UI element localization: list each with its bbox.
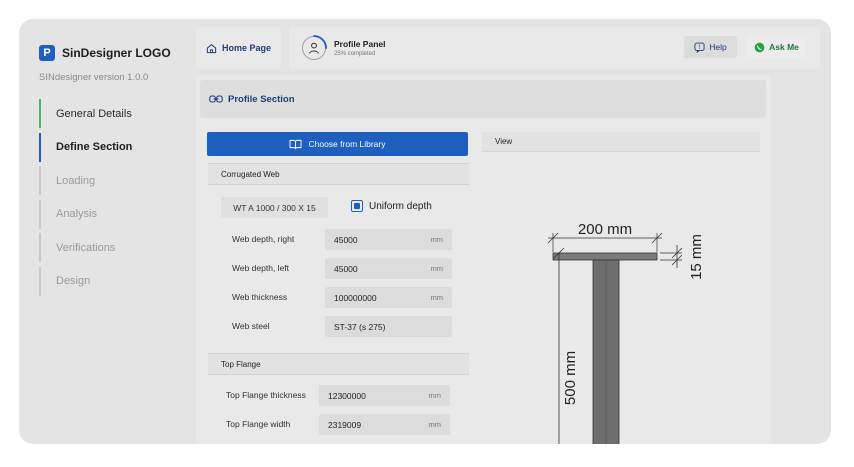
- height-dimension: 500 mm: [553, 247, 579, 444]
- field-label: Web steel: [232, 321, 270, 331]
- main-content: Profile Section Choose from Library Corr…: [196, 75, 770, 444]
- field-label: Top Flange thickness: [226, 390, 306, 400]
- top-flange-title: Top Flange: [221, 359, 261, 369]
- sidebar-item-analysis[interactable]: Analysis: [39, 199, 132, 229]
- sidebar-item-label: Define Section: [56, 141, 133, 153]
- corrugated-web-title: Corrugated Web: [221, 169, 280, 179]
- field-value: 45000: [334, 263, 358, 274]
- uniform-depth-checkbox[interactable]: Uniform depth: [351, 200, 432, 212]
- logo-text: SinDesigner LOGO: [62, 46, 171, 60]
- logo: P SinDesigner LOGO: [39, 45, 171, 61]
- checkbox-checked-icon: [351, 200, 363, 212]
- profile-panel-title: Profile Panel: [334, 39, 386, 49]
- field-label: Web thickness: [232, 292, 288, 302]
- dim-thickness-label: 15 mm: [688, 234, 705, 280]
- app-frame: P SinDesigner LOGO SINdesigner version 1…: [19, 19, 831, 444]
- sidebar-item-general-details[interactable]: General Details: [39, 99, 132, 128]
- home-page-label: Home Page: [221, 43, 272, 53]
- profile-progress-text: 25% completed: [334, 51, 376, 57]
- choose-from-library-button[interactable]: Choose from Library: [207, 132, 468, 156]
- web-profile-select[interactable]: WT A 1000 / 300 X 15: [221, 197, 328, 218]
- choose-from-library-label: Choose from Library: [308, 139, 386, 149]
- sidebar-item-label: Analysis: [56, 208, 97, 220]
- web-depth-right-row: Web depth, right 45000 mm: [232, 229, 472, 250]
- field-label: Web depth, right: [232, 234, 295, 244]
- top-flange-thickness-input[interactable]: 12300000 mm: [319, 385, 450, 406]
- web-depth-left-input[interactable]: 45000 mm: [325, 258, 452, 279]
- sidebar-item-define-section[interactable]: Define Section: [39, 132, 133, 162]
- ask-me-button[interactable]: Ask Me: [746, 36, 807, 58]
- field-value: 12300000: [328, 390, 366, 401]
- web-steel-input[interactable]: ST-37 (s 275): [325, 316, 452, 337]
- section-view: 200 mm 15 mm 500 mm: [482, 153, 760, 444]
- chat-icon: [754, 42, 765, 52]
- top-flange-header: Top Flange: [208, 353, 469, 375]
- field-label: Web depth, left: [232, 263, 290, 273]
- field-unit: mm: [430, 264, 444, 273]
- link-icon: [209, 95, 223, 103]
- web-thickness-row: Web thickness 100000000 mm: [232, 287, 472, 308]
- svg-text:!: !: [699, 43, 701, 50]
- sidebar-item-label: Loading: [56, 174, 96, 187]
- profile-section-title: Profile Section: [228, 93, 295, 105]
- sidebar-nav: General Details Define Section Loading A…: [39, 99, 132, 300]
- thickness-dimension: 15 mm: [660, 234, 705, 280]
- logo-icon: P: [39, 45, 55, 61]
- top-flange-width-row: Top Flange width 2319009 mm: [226, 414, 472, 435]
- dim-width-label: 200 mm: [578, 221, 632, 238]
- home-page-button[interactable]: Home Page: [196, 27, 281, 69]
- web-depth-right-input[interactable]: 45000 mm: [325, 229, 452, 250]
- top-flange-thickness-row: Top Flange thickness 12300000 mm: [226, 385, 472, 406]
- profile-panel: Profile Panel 25% completed ! Help Ask M…: [289, 27, 820, 69]
- section-drawing: 200 mm 15 mm 500 mm: [547, 221, 705, 444]
- view-header: View: [482, 132, 760, 152]
- sidebar-item-design[interactable]: Design: [39, 266, 132, 296]
- top-flange-shape: [552, 252, 658, 261]
- sidebar-item-label: Verifications: [56, 241, 116, 254]
- uniform-depth-label: Uniform depth: [369, 200, 432, 212]
- help-button[interactable]: ! Help: [684, 36, 737, 58]
- sidebar-item-label: General Details: [56, 107, 132, 120]
- view-title: View: [495, 137, 513, 146]
- field-unit: mm: [430, 235, 444, 244]
- dim-height-label: 500 mm: [562, 351, 579, 405]
- profile-section-header: Profile Section: [200, 80, 766, 118]
- web-steel-row: Web steel ST-37 (s 275): [232, 316, 472, 337]
- book-icon: [290, 139, 302, 149]
- field-value: ST-37 (s 275): [334, 321, 386, 332]
- field-unit: mm: [428, 420, 442, 429]
- field-unit: mm: [430, 293, 444, 302]
- field-label: Top Flange width: [226, 419, 291, 429]
- field-value: 45000: [334, 234, 358, 245]
- help-icon: !: [694, 42, 705, 53]
- top-flange-width-input[interactable]: 2319009 mm: [319, 414, 450, 435]
- web-profile-value: WT A 1000 / 300 X 15: [233, 202, 316, 213]
- sidebar-item-label: Design: [56, 275, 91, 287]
- profile-progress-ring: [301, 35, 327, 61]
- field-value: 2319009: [328, 419, 362, 430]
- web-depth-left-row: Web depth, left 45000 mm: [232, 258, 472, 279]
- web-thickness-input[interactable]: 100000000 mm: [325, 287, 452, 308]
- ask-me-label: Ask Me: [769, 42, 799, 52]
- corrugated-web-header: Corrugated Web: [208, 163, 469, 185]
- top-bar: Home Page Profile Panel 25% completed ! …: [196, 27, 820, 69]
- field-unit: mm: [428, 391, 442, 400]
- width-dimension: 200 mm: [547, 221, 663, 252]
- version-label: SINdesigner version 1.0.0: [39, 72, 149, 83]
- sidebar-item-verifications[interactable]: Verifications: [39, 233, 132, 262]
- help-label: Help: [709, 42, 727, 52]
- sidebar: P SinDesigner LOGO SINdesigner version 1…: [19, 19, 187, 444]
- sidebar-item-loading[interactable]: Loading: [39, 166, 132, 195]
- field-value: 100000000: [334, 292, 377, 303]
- home-icon: [206, 43, 217, 53]
